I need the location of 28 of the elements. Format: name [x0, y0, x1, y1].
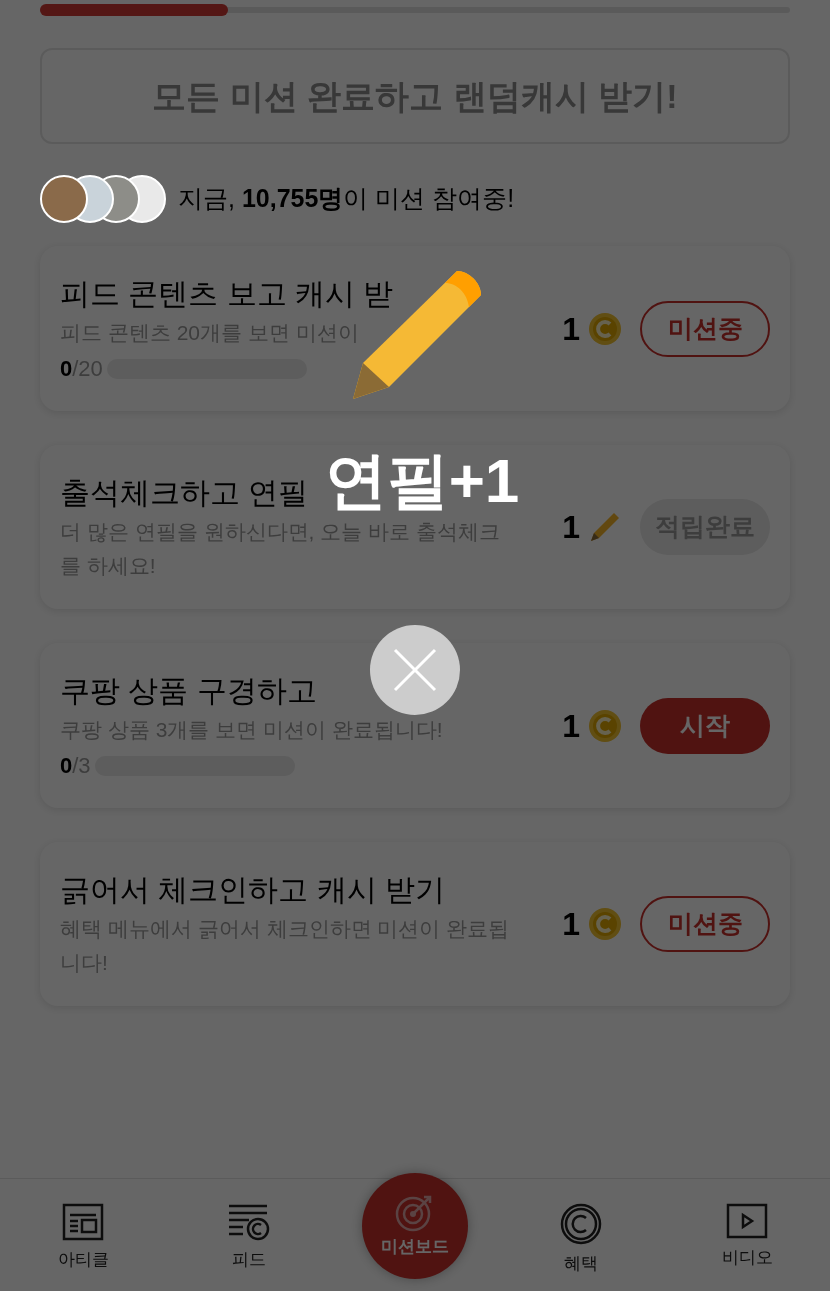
nav-tab[interactable]: 피드: [227, 1203, 271, 1283]
reward-amount: 1: [562, 508, 580, 547]
feed-coin-icon: [227, 1203, 271, 1241]
coin-icon: [588, 907, 622, 941]
mission-button[interactable]: 미션중: [640, 896, 770, 952]
reward-amount: 1: [562, 905, 580, 944]
mission-title: 출석체크하고 연필: [60, 475, 309, 511]
mission-button[interactable]: 시작: [640, 697, 770, 754]
mission-title: 쿠팡 상품 구경하고: [60, 673, 317, 709]
nav-tab[interactable]: 아티클: [57, 1203, 109, 1283]
coin-icon: [588, 311, 622, 346]
nav-tab[interactable]: 미션보드: [362, 1173, 468, 1279]
copyright-coin-icon: [560, 1203, 602, 1245]
avatar-icon: [40, 175, 88, 223]
nav-tab[interactable]: 비디오: [721, 1203, 773, 1283]
coin-icon: [588, 708, 622, 743]
close-icon: [393, 648, 437, 692]
participants-text: 지금, 10,755명이 미션 참여중!: [178, 183, 515, 215]
reward-popup-text: 연필+1: [324, 449, 520, 513]
mission-title: 긁어서 체크인하고 캐시 받기: [60, 872, 445, 908]
pencil-icon: [588, 510, 622, 544]
mission-button[interactable]: 미션중: [640, 300, 770, 357]
mission-title: 피드 콘텐츠 보고 캐시 받: [60, 276, 394, 312]
reward-amount: 1: [562, 706, 580, 746]
reward-amount: 1: [562, 309, 580, 349]
video-play-icon: [726, 1203, 768, 1239]
newspaper-icon: [62, 1203, 104, 1241]
nav-tab[interactable]: 혜택: [560, 1203, 602, 1283]
